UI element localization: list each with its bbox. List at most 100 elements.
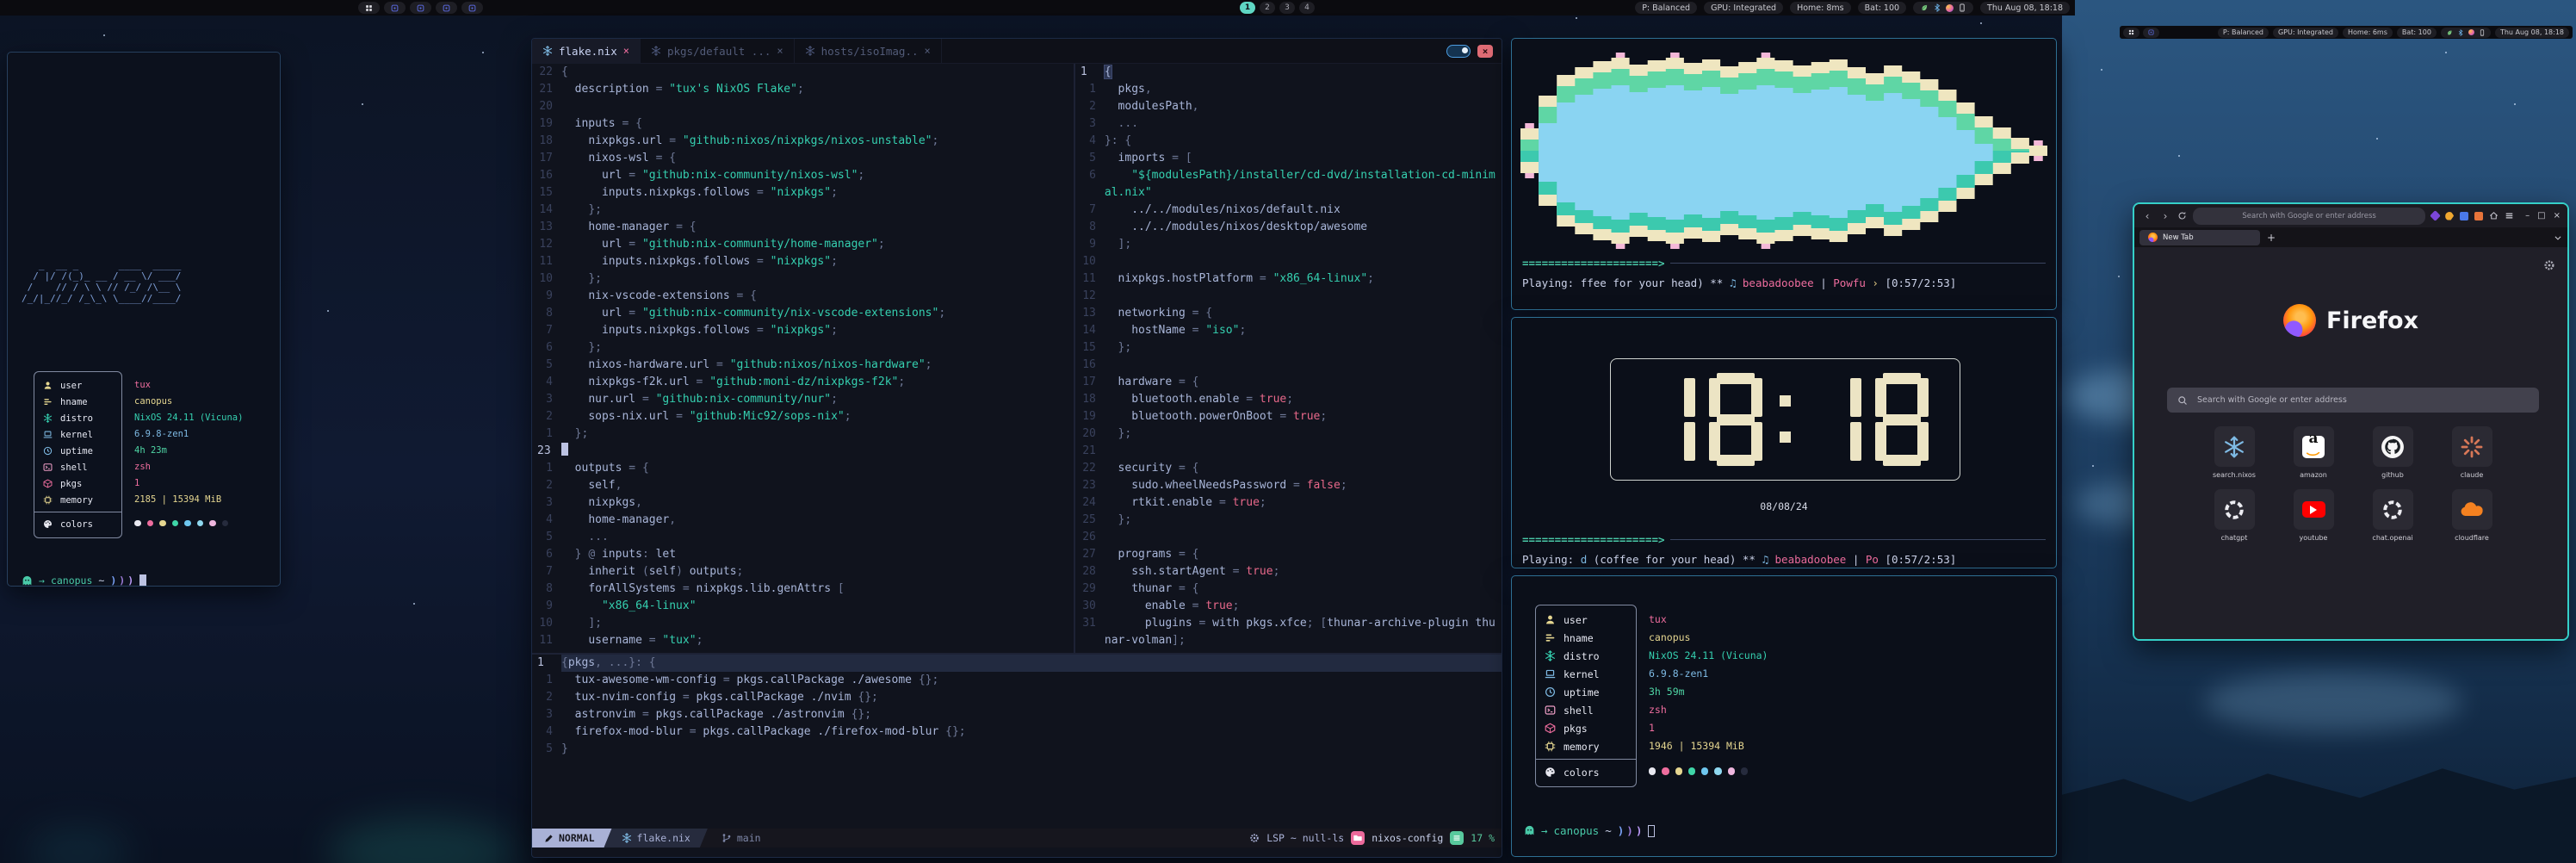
code-line: 1 tux-awesome-wm-config = pkgs.callPacka… [532, 672, 1502, 689]
module-battery[interactable]: Bat: 100 [1858, 2, 1906, 14]
workspace-3[interactable]: 3 [1279, 2, 1295, 14]
terminal-clock[interactable]: 08/08/24 =====================> Playing:… [1511, 317, 2057, 568]
terminal-fastfetch-left[interactable]: _ __ _ ____ _____ / |/ /(_)_ __ / __ \/ … [7, 52, 281, 587]
module-ping[interactable]: Home: 8ms [1790, 2, 1851, 14]
tab-pkgs-default-[interactable]: pkgs/default ...× [641, 39, 795, 63]
dial-tile[interactable] [2294, 489, 2334, 530]
pane-flake-nix[interactable]: 22{21 description = "tux's NixOS Flake";… [532, 64, 1074, 653]
openai-icon [2381, 499, 2404, 521]
tab-flake-nix[interactable]: flake.nix× [532, 39, 641, 63]
code-line: 4 nixpkgs-f2k.url = "github:moni-dz/nixp… [532, 374, 1074, 391]
dial-amazon[interactable]: aamazon [2274, 426, 2353, 479]
dial-cloudflare[interactable]: cloudflare [2432, 489, 2511, 542]
tray-app-button[interactable] [410, 2, 431, 14]
hamburger-menu-icon[interactable] [2505, 211, 2514, 220]
dial-search-nixos[interactable]: search.nixos [2195, 426, 2274, 479]
code-line: 4 home-manager, [532, 512, 1074, 529]
firefox-window[interactable]: ‹ › – □ × New Tab + [2133, 202, 2569, 641]
track-progress: =====================> [1512, 533, 2056, 546]
status-icons [2441, 28, 2491, 38]
dial-github[interactable]: github [2353, 426, 2432, 479]
search-input[interactable] [2195, 394, 2529, 406]
workspace-4[interactable]: 4 [1299, 2, 1315, 14]
box-icon [1545, 723, 1556, 734]
dial-tile[interactable] [2214, 426, 2255, 467]
dial-chat-openai[interactable]: chat.openai [2353, 489, 2432, 542]
bluetooth-icon[interactable] [1933, 3, 1941, 12]
app-icon [391, 4, 399, 12]
module-power-profile[interactable]: P: Balanced [1635, 2, 1697, 14]
close-buffer-button[interactable]: × [1477, 45, 1493, 58]
module-ping[interactable]: Home: 6ms [2343, 28, 2393, 38]
pane-iso-image[interactable]: 1{1 pkgs,2 modulesPath,3 ...4}: {5 impor… [1075, 64, 1502, 653]
new-tab-button[interactable]: + [2267, 232, 2276, 244]
wallpaper-star [413, 603, 415, 605]
line-number: 4 [532, 723, 561, 741]
dial-youtube[interactable]: youtube [2274, 489, 2353, 542]
toggle-button[interactable] [1446, 45, 1471, 58]
code-text: astronvim = pkgs.callPackage ./astronvim… [561, 706, 1502, 723]
phone-icon[interactable] [2479, 29, 2486, 36]
tab-close-icon[interactable]: × [777, 45, 783, 57]
terminal-fastfetch-right[interactable]: userhnamedistrokerneluptimeshellpkgsmemo… [1511, 575, 2057, 857]
line-number: 17 [1075, 374, 1105, 391]
tab-hosts-isoImag-[interactable]: hosts/isoImag..× [795, 39, 942, 63]
back-button[interactable]: ‹ [2141, 210, 2153, 222]
code-line: 3 astronvim = pkgs.callPackage ./astronv… [532, 706, 1502, 723]
gear-icon[interactable] [2543, 259, 2555, 271]
tab-close-icon[interactable]: × [925, 45, 931, 57]
code-line: 23 sudo.wheelNeedsPassword = false; [1075, 477, 1502, 494]
phone-icon[interactable] [1958, 3, 1966, 12]
search-box[interactable] [2167, 388, 2539, 413]
reload-icon[interactable] [2177, 211, 2187, 220]
dial-tile[interactable] [2214, 489, 2255, 530]
apps-button[interactable] [2123, 28, 2139, 38]
code-line: 1{pkgs, ...}: { [532, 655, 1502, 672]
apps-button[interactable] [358, 2, 380, 14]
maximize-button[interactable]: □ [2537, 211, 2545, 220]
module-battery[interactable]: Bat: 100 [2397, 28, 2437, 38]
bluetooth-icon[interactable] [2457, 29, 2464, 36]
chevron-down-icon[interactable] [2554, 233, 2562, 242]
dial-tile[interactable] [2373, 426, 2413, 467]
extension-icon[interactable] [2445, 212, 2454, 220]
line-number: 3 [532, 391, 561, 408]
extension-icon[interactable] [2474, 212, 2483, 220]
tab-new-tab[interactable]: New Tab [2139, 230, 2260, 245]
forward-button[interactable]: › [2159, 210, 2171, 222]
clock-module[interactable]: Thu Aug 08, 18:18 [1980, 2, 2070, 14]
close-button[interactable]: × [2554, 211, 2561, 220]
dial-tile[interactable]: a [2294, 426, 2334, 467]
tray-app-button[interactable] [384, 2, 406, 14]
extension-icon[interactable] [2430, 210, 2441, 221]
playing-text: d [1581, 553, 1594, 566]
dial-claude[interactable]: claude [2432, 426, 2511, 479]
dial-tile[interactable] [2452, 489, 2492, 530]
terminal-cava[interactable]: =====================> Playing: ffee for… [1511, 38, 2057, 310]
pane-pkgs-default[interactable]: 1{pkgs, ...}: {1 tux-awesome-wm-config =… [532, 655, 1502, 831]
dial-chatgpt[interactable]: chatgpt [2195, 489, 2274, 542]
code-line: 10 }; [532, 270, 1074, 288]
shell-prompt[interactable]: →canopus~))) [22, 574, 146, 587]
module-power-profile[interactable]: P: Balanced [2218, 28, 2269, 38]
dial-tile[interactable] [2452, 426, 2492, 467]
code-text: nixos-hardware.url = "github:nixos/nixos… [561, 357, 1074, 374]
module-gpu[interactable]: GPU: Integrated [2273, 28, 2338, 38]
dial-tile[interactable] [2373, 489, 2413, 530]
extension-icon[interactable] [2460, 212, 2468, 220]
tray-app-button[interactable] [461, 2, 483, 14]
shell-prompt[interactable]: →canopus~))) [1524, 824, 1655, 837]
extension-house-icon[interactable] [2489, 211, 2499, 220]
editor-window[interactable]: flake.nix×pkgs/default ...×hosts/isoImag… [531, 38, 1502, 858]
minimize-button[interactable]: – [2525, 211, 2530, 220]
tray-app-button[interactable] [436, 2, 457, 14]
workspace-1[interactable]: 1 [1240, 2, 1255, 14]
url-bar[interactable] [2193, 208, 2425, 225]
line-number: 15 [532, 184, 561, 202]
clock-module[interactable]: Thu Aug 08, 18:18 [2495, 28, 2569, 38]
fetch-label: shell [60, 463, 88, 473]
module-gpu[interactable]: GPU: Integrated [1704, 2, 1783, 14]
tray-app-button[interactable] [2143, 28, 2159, 38]
workspace-2[interactable]: 2 [1260, 2, 1275, 14]
tab-close-icon[interactable]: × [623, 45, 629, 57]
